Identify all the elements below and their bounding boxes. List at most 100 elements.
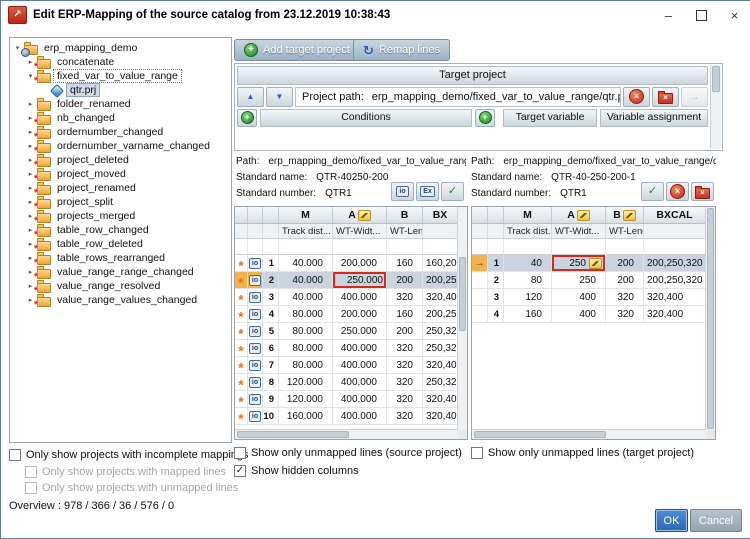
cell[interactable]: 80 xyxy=(504,272,552,289)
cell[interactable]: 40.000 xyxy=(279,289,333,306)
table-row[interactable]: * io 7 80.000 400.000 320 320,40 xyxy=(235,357,458,374)
cell[interactable]: 200,250,3 xyxy=(423,306,458,323)
scrollbar-thumb[interactable] xyxy=(459,257,466,331)
table-row[interactable]: * io4 80.000 200.000 160 200,250,3 xyxy=(235,306,458,323)
cell[interactable]: 250.000 xyxy=(333,272,387,289)
cell[interactable]: 200.000 xyxy=(333,255,387,272)
add-assignment-button[interactable]: + xyxy=(475,108,495,127)
tree-item-project_deleted[interactable]: ▸ * project_deleted xyxy=(10,153,231,170)
table-row[interactable]: 4 160 400 320 320,400 xyxy=(472,306,706,323)
scrollbar-thumb[interactable] xyxy=(707,208,714,429)
cell[interactable]: 200,250,320 xyxy=(644,272,706,289)
row-gear-icon[interactable]: * xyxy=(235,374,248,391)
table-row[interactable]: → 1 40 250 200 200,250,320 xyxy=(472,255,706,272)
only-unmapped-lines-checkbox[interactable]: Only show projects with unmapped lines xyxy=(25,482,238,494)
cell[interactable]: 400.000 xyxy=(333,289,387,306)
add-condition-button[interactable]: + xyxy=(237,108,257,127)
table-row[interactable]: * io2 40.000 250.000 200 200,250,3 xyxy=(235,272,458,289)
row-io-icon[interactable]: io xyxy=(248,374,263,391)
tree-item-qtr.prj[interactable]: qtr.prj xyxy=(10,83,231,98)
column-header-BXCAL[interactable]: BXCAL xyxy=(644,207,706,224)
tree-item-value_range_values_changed[interactable]: ▸ * value_range_values_changed xyxy=(10,293,231,310)
pencil-icon[interactable] xyxy=(622,209,636,221)
cell[interactable]: 320 xyxy=(387,357,423,374)
cell[interactable]: 120.000 xyxy=(279,391,333,408)
cell[interactable]: 400 xyxy=(552,306,606,323)
accept-mapping-button[interactable]: ✓ xyxy=(641,182,664,201)
cell[interactable]: 40.000 xyxy=(279,255,333,272)
cell[interactable]: 400.000 xyxy=(333,391,387,408)
cell[interactable]: 250 xyxy=(552,255,606,272)
io-columns-button[interactable]: io xyxy=(391,182,414,201)
remap-lines-button[interactable]: ↻ Remap lines xyxy=(353,39,451,61)
row-gear-icon[interactable]: * xyxy=(235,323,248,340)
cell[interactable]: 160.000 xyxy=(279,408,333,425)
cell[interactable]: 120 xyxy=(504,289,552,306)
cell[interactable]: 320,400 xyxy=(644,306,706,323)
cell[interactable]: 200 xyxy=(606,272,644,289)
table-row[interactable]: * io1 40.000 200.000 160 160,200,2 xyxy=(235,255,458,272)
column-filter-input[interactable] xyxy=(333,239,387,255)
goto-target-button[interactable]: → xyxy=(681,86,708,107)
cell[interactable]: 320,400 xyxy=(423,391,458,408)
cell[interactable]: 320 xyxy=(387,340,423,357)
cell[interactable]: 40.000 xyxy=(279,272,333,289)
cell[interactable]: 320,40 xyxy=(423,357,458,374)
table-row[interactable]: 2 80 250 200 200,250,320 xyxy=(472,272,706,289)
cell[interactable]: 40 xyxy=(504,255,552,272)
row-gear-icon[interactable]: * xyxy=(235,357,248,374)
tree-item-folder_renamed[interactable]: ▸ folder_renamed xyxy=(10,97,231,111)
cell[interactable]: 80.000 xyxy=(279,357,333,374)
row-io-icon[interactable]: io xyxy=(248,391,263,408)
cell[interactable]: 400 xyxy=(552,289,606,306)
table-row[interactable]: 3 120 400 320 320,400 xyxy=(472,289,706,306)
export-button[interactable]: Ex xyxy=(416,182,439,201)
tree-item-table_row_changed[interactable]: ▸ * table_row_changed xyxy=(10,223,231,240)
cell[interactable]: 320 xyxy=(387,289,423,306)
cell[interactable]: 250.000 xyxy=(333,323,387,340)
row-gear-icon[interactable]: * xyxy=(235,391,248,408)
column-filter-input[interactable] xyxy=(279,239,333,255)
cell[interactable]: 200.000 xyxy=(333,306,387,323)
cell[interactable]: 400.000 xyxy=(333,408,387,425)
tree-item-projects_merged[interactable]: ▸ * projects_merged xyxy=(10,209,231,226)
pencil-icon[interactable] xyxy=(576,209,590,221)
project-tree[interactable]: ▾ erp_mapping_demo ▸ * concatenate ▾ * fixed_va… xyxy=(9,37,232,443)
tree-item-ordernumber_varname_changed[interactable]: ▸ * ordernumber_varname_changed xyxy=(10,139,231,156)
cell[interactable]: 120.000 xyxy=(279,374,333,391)
cell[interactable]: 320 xyxy=(606,306,644,323)
cell[interactable]: 320 xyxy=(387,374,423,391)
cell[interactable]: 80.000 xyxy=(279,306,333,323)
show-unmapped-target-checkbox[interactable]: Show only unmapped lines (target project… xyxy=(471,447,694,459)
only-mapped-lines-checkbox[interactable]: Only show projects with mapped lines xyxy=(25,466,226,478)
target-panel-scrollbar[interactable] xyxy=(710,65,721,149)
row-gear-icon[interactable]: * xyxy=(235,408,248,425)
column-header-BX[interactable]: BX xyxy=(423,207,458,224)
column-filter-input[interactable] xyxy=(387,239,423,255)
column-header-M[interactable]: M xyxy=(504,207,552,224)
column-filter-input[interactable] xyxy=(423,239,458,255)
tree-item-value_range_resolved[interactable]: ▸ * value_range_resolved xyxy=(10,279,231,296)
row-io-icon[interactable]: io xyxy=(248,357,263,374)
tree-item-project_split[interactable]: ▸ * project_split xyxy=(10,195,231,212)
row-gear-icon[interactable]: * xyxy=(235,289,248,306)
row-gear-icon[interactable]: * xyxy=(235,255,248,272)
cell[interactable]: 400.000 xyxy=(333,357,387,374)
scrollbar-thumb[interactable] xyxy=(237,431,349,438)
ok-button[interactable]: OK xyxy=(655,509,688,532)
vertical-scrollbar[interactable] xyxy=(457,207,467,430)
horizontal-scrollbar[interactable] xyxy=(235,429,458,439)
table-row[interactable]: * io10 160.000 400.000 320 320,400 xyxy=(235,408,458,425)
pencil-icon[interactable] xyxy=(589,257,602,269)
cell[interactable]: 200 xyxy=(606,255,644,272)
cell[interactable]: 250 xyxy=(552,272,606,289)
cell[interactable]: 160 xyxy=(504,306,552,323)
remove-mapping-button[interactable]: × xyxy=(666,182,689,201)
add-target-project-button[interactable]: + Add target project xyxy=(234,39,360,61)
column-filter-input[interactable] xyxy=(504,239,552,255)
column-header-A[interactable]: A xyxy=(333,207,387,224)
column-header-A[interactable]: A xyxy=(552,207,606,224)
cell[interactable]: 250,320 xyxy=(423,340,458,357)
show-hidden-columns-checkbox[interactable]: ✓ Show hidden columns xyxy=(234,465,359,477)
tree-item-ordernumber_changed[interactable]: ▸ * ordernumber_changed xyxy=(10,125,231,142)
